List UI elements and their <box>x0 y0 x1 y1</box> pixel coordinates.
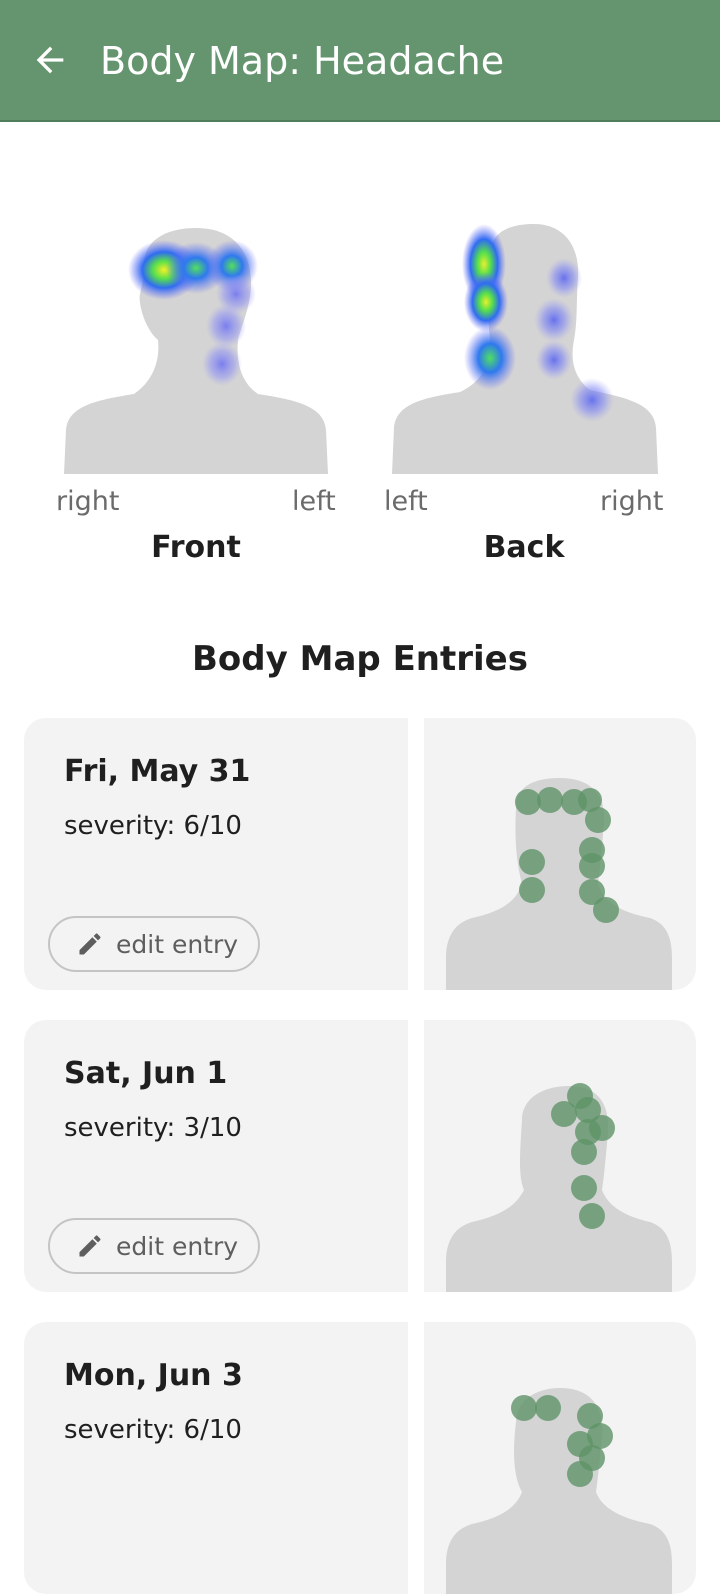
pain-marker <box>579 853 605 879</box>
entry-date: Mon, Jun 3 <box>64 1358 243 1393</box>
entry-info: Mon, Jun 3 severity: 6/10 <box>24 1322 408 1594</box>
pain-marker <box>537 787 563 813</box>
back-view-label: Back <box>483 530 565 565</box>
entry-date: Fri, May 31 <box>64 754 251 789</box>
entry-info: Sat, Jun 1 severity: 3/10 edit entry <box>24 1020 408 1292</box>
edit-entry-label: edit entry <box>116 929 239 959</box>
edit-entry-button[interactable]: edit entry <box>48 1218 260 1274</box>
entry-body-map <box>424 1322 696 1594</box>
pain-marker <box>579 1203 605 1229</box>
pain-marker <box>511 1395 537 1421</box>
page-title: Body Map: Headache <box>100 39 505 83</box>
front-right-side-label: right <box>56 486 120 517</box>
back-left-side-label: left <box>384 486 428 517</box>
edit-entry-label: edit entry <box>116 1231 239 1261</box>
entry-silhouette <box>446 778 672 990</box>
entry-severity: severity: 6/10 <box>64 811 242 841</box>
pain-marker <box>567 1461 593 1487</box>
front-view-label: Front <box>151 530 241 565</box>
pain-marker <box>585 807 611 833</box>
front-heatmap <box>46 190 346 490</box>
back-right-side-label: right <box>600 486 664 517</box>
back-button[interactable] <box>26 36 74 84</box>
arrow-left-icon <box>36 46 64 74</box>
pencil-icon <box>79 933 101 955</box>
entry-date: Sat, Jun 1 <box>64 1056 228 1091</box>
pain-marker <box>571 1139 597 1165</box>
pain-marker <box>535 1395 561 1421</box>
app-bar: Body Map: Headache <box>0 0 720 122</box>
entry-body-map <box>424 718 696 990</box>
entry-card: Sat, Jun 1 severity: 3/10 edit entry <box>24 1020 696 1292</box>
pain-marker <box>519 877 545 903</box>
front-left-side-label: left <box>292 486 336 517</box>
entry-severity: severity: 3/10 <box>64 1113 242 1143</box>
pain-marker <box>593 897 619 923</box>
back-silhouette <box>392 224 658 474</box>
pencil-icon <box>79 1235 101 1257</box>
entry-card: Fri, May 31 severity: 6/10 edit entry <box>24 718 696 990</box>
entry-body-map <box>424 1020 696 1292</box>
pain-marker <box>519 849 545 875</box>
entry-severity: severity: 6/10 <box>64 1415 242 1445</box>
entry-silhouette <box>446 1388 672 1594</box>
section-title: Body Map Entries <box>192 639 528 679</box>
pain-marker <box>515 789 541 815</box>
entry-card: Mon, Jun 3 severity: 6/10 <box>24 1322 696 1594</box>
pain-marker <box>551 1101 577 1127</box>
edit-entry-button[interactable]: edit entry <box>48 916 260 972</box>
pain-marker <box>571 1175 597 1201</box>
back-heatmap <box>374 190 674 490</box>
entry-info: Fri, May 31 severity: 6/10 edit entry <box>24 718 408 990</box>
